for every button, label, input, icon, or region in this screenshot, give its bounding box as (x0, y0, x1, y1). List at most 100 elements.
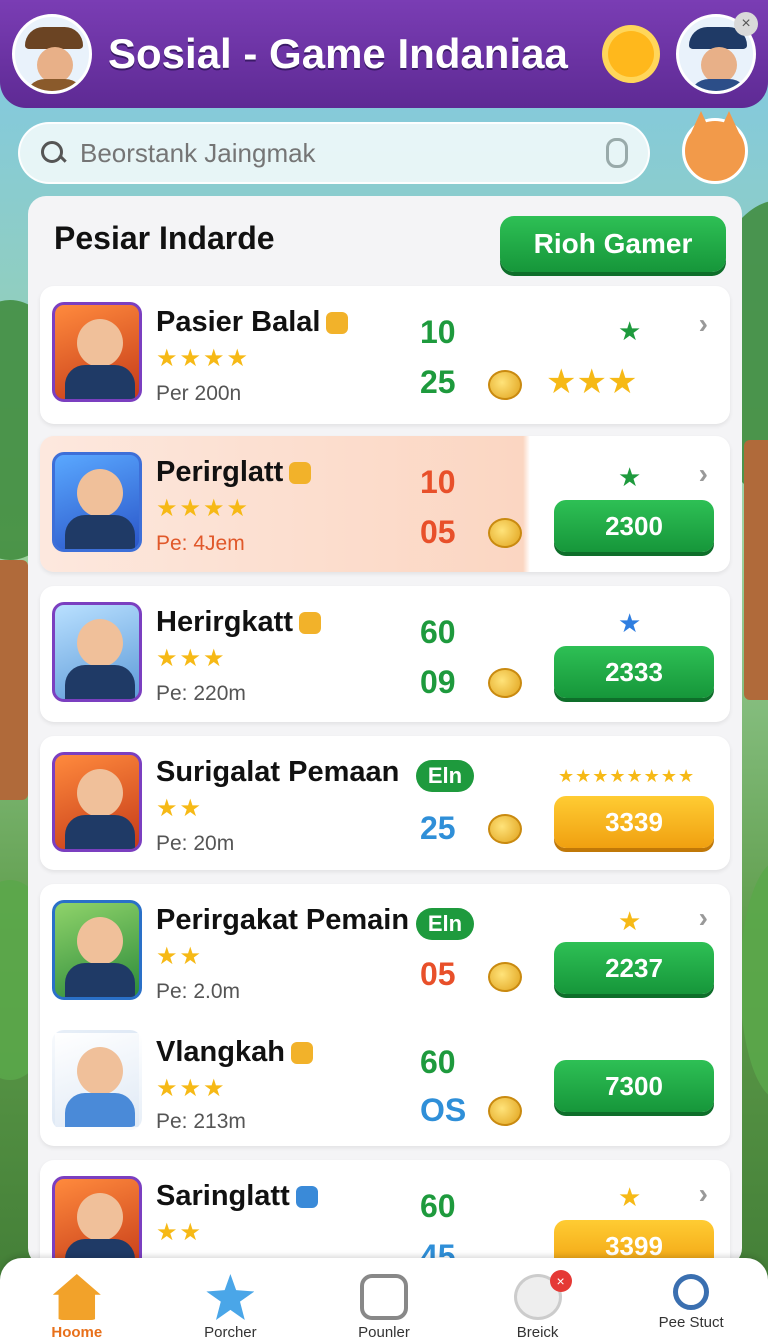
notification-badge: × (549, 1270, 572, 1292)
green-star-icon: ★ (618, 462, 642, 492)
coin-icon (488, 814, 522, 844)
fox-mascot-icon[interactable] (682, 111, 748, 184)
player-number-top: 10 (420, 464, 456, 500)
sun-icon[interactable] (608, 31, 654, 77)
coin-icon (488, 370, 522, 400)
nav-label: Hoome (51, 1324, 103, 1341)
player-number-top: 60 (420, 1188, 456, 1224)
player-number-bottom: 09 (420, 664, 456, 700)
player-card[interactable]: Saringlatt ★★ 60 45 ★ › 3399 (40, 1160, 730, 1266)
status-badge: Eln (416, 760, 474, 792)
nav-home[interactable]: Hoome (17, 1258, 137, 1341)
nav-label: Breick (516, 1324, 559, 1341)
player-stat: Pe: 220m (156, 682, 246, 705)
player-name: Herirgkatt (156, 606, 293, 638)
players-panel: Pesiar Indarde Rioh Gamer Pasier Balal ★… (28, 196, 742, 1266)
player-portrait (52, 452, 142, 552)
player-stars: ★★★ (156, 1075, 227, 1102)
close-icon[interactable]: × (734, 12, 758, 36)
panel-title: Pesiar Indarde (54, 220, 275, 256)
coin-icon (488, 962, 522, 992)
player-stars: ★★ (156, 1219, 204, 1246)
player-number-top: 60 (420, 1044, 456, 1080)
chevron-right-icon[interactable]: › (699, 458, 708, 490)
player-card[interactable]: Pasier Balal ★★★★ Per 200n 10 25 ★ › ★★★ (40, 286, 730, 424)
chevron-right-icon[interactable]: › (699, 902, 708, 934)
player-number-bottom: 25 (420, 810, 456, 846)
player-card[interactable]: Surigalat Pemaan ★★ Pe: 20m Eln 25 ★★★★★… (40, 736, 730, 870)
status-badge: Eln (416, 908, 474, 940)
player-portrait (52, 602, 142, 702)
player-stars: ★★★★ (156, 345, 251, 372)
coin-icon (488, 668, 522, 698)
player-stat: Pe: 20m (156, 832, 235, 855)
green-star-icon: ★ (618, 316, 642, 346)
score-button[interactable]: 3339 (554, 796, 714, 848)
player-stars: ★★ (156, 795, 204, 822)
player-card-group: Perirgakat Pemain ★★ Pe: 2.0m Eln 05 ★ ›… (40, 884, 730, 1146)
badge-icon (290, 1042, 313, 1065)
score-button[interactable]: 7300 (554, 1060, 714, 1112)
search-icon (40, 140, 66, 166)
player-card-highlighted[interactable]: Perirglatt ★★★★ Pe: 4Jem 10 05 ★ › 2300 (40, 436, 730, 572)
player-portrait (52, 752, 142, 852)
player-stat: Pe: 2.0m (156, 980, 241, 1003)
player-name: Saringlatt (156, 1180, 290, 1212)
player-stars: ★★★★ (156, 495, 251, 522)
player-stat: Pe: 213m (156, 1110, 246, 1133)
magnifier-icon (673, 1274, 710, 1310)
coin-icon (488, 1096, 522, 1126)
player-stars: ★★ (156, 943, 204, 970)
chevron-right-icon[interactable]: › (699, 1178, 708, 1210)
player-portrait (52, 1176, 142, 1266)
player-number-bottom: OS (420, 1092, 467, 1128)
nav-label: Pounler (358, 1324, 410, 1341)
player-icon (359, 1274, 408, 1320)
player-number-top: 10 (420, 314, 456, 350)
score-button[interactable]: 2237 (554, 942, 714, 994)
nav-breick[interactable]: × Breick (478, 1258, 598, 1341)
coin-icon (488, 518, 522, 548)
rating-stars: ★★★★★★★★ (558, 766, 696, 786)
app-title: Sosial - Game Indaniaa (108, 30, 568, 77)
player-number-bottom: 05 (420, 956, 456, 992)
player-number-bottom: 25 (420, 364, 456, 400)
badge-icon (289, 462, 312, 485)
search-input[interactable] (80, 137, 606, 169)
home-icon (52, 1274, 101, 1320)
gold-star-icon: ★ (618, 1182, 642, 1212)
app-header: Sosial - Game Indaniaa × (0, 0, 768, 108)
blue-star-icon: ★ (618, 608, 642, 638)
chevron-right-icon[interactable]: › (699, 308, 708, 340)
player-name: Vlangkah (156, 1036, 285, 1068)
nav-search[interactable]: Pee Stuct (631, 1258, 751, 1331)
player-number-bottom: 05 (420, 514, 456, 550)
player-name: Surigalat Pemaan (156, 756, 400, 788)
search-bar[interactable] (18, 122, 650, 184)
player-portrait (52, 302, 142, 402)
nav-label: Pee Stuct (658, 1314, 724, 1331)
player-card[interactable]: Herirgkatt ★★★ Pe: 220m 60 09 ★ 2333 (40, 586, 730, 722)
bottom-navigation: Hoome Porcher Pounler × Breick Pee Stuct (0, 1258, 768, 1344)
rich-gamer-button[interactable]: Rioh Gamer (500, 216, 726, 272)
score-button[interactable]: 2333 (554, 646, 714, 698)
player-name: Perirgakat Pemain (156, 904, 410, 936)
score-button[interactable]: 2300 (554, 500, 714, 552)
rating-stars: ★★★ (546, 363, 638, 401)
player-number-top: 60 (420, 614, 456, 650)
player-stars: ★★★ (156, 645, 227, 672)
player-portrait (52, 1030, 142, 1130)
explorer-avatar[interactable] (12, 14, 92, 94)
gold-star-icon: ★ (618, 906, 642, 936)
player-portrait (52, 900, 142, 1000)
nav-label: Porcher (204, 1324, 257, 1341)
microphone-icon[interactable] (606, 138, 628, 168)
badge-icon (326, 312, 349, 335)
nav-porcher[interactable]: Porcher (170, 1258, 290, 1341)
badge-icon (299, 612, 321, 635)
player-stat: Pe: 4Jem (156, 532, 245, 555)
star-icon (206, 1274, 255, 1320)
player-stat: Per 200n (156, 382, 242, 405)
player-name: Perirglatt (156, 456, 284, 488)
nav-pounler[interactable]: Pounler (324, 1258, 444, 1341)
